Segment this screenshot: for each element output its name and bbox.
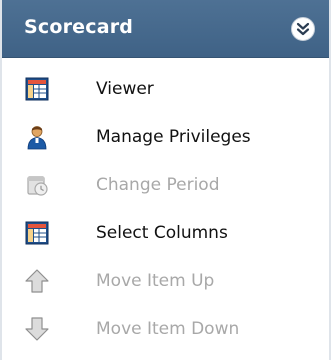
arrow-up-icon [25, 269, 49, 293]
panel-title: Scorecard [24, 16, 134, 38]
menu-item-label: Change Period [96, 175, 220, 195]
scorecard-panel: Scorecard Viewer Manage Privileges Chang… [0, 0, 331, 360]
menu-item-select-columns[interactable]: Select Columns [2, 210, 329, 258]
period-calendar-icon [27, 176, 48, 196]
person-icon [27, 126, 47, 150]
menu-item-move-item-up[interactable]: Move Item Up [2, 258, 329, 306]
menu-item-label: Select Columns [96, 223, 228, 243]
menu-item-label: Viewer [96, 79, 154, 99]
panel-header: Scorecard [2, 0, 329, 58]
menu-item-change-period[interactable]: Change Period [2, 162, 329, 210]
menu-item-manage-privileges[interactable]: Manage Privileges [2, 114, 329, 162]
grid-table-icon [25, 221, 49, 245]
collapse-button[interactable] [291, 17, 315, 41]
menu-item-viewer[interactable]: Viewer [2, 66, 329, 114]
menu-item-label: Manage Privileges [96, 127, 251, 147]
arrow-down-icon [25, 317, 49, 341]
menu-item-label: Move Item Up [96, 271, 215, 291]
action-list: Viewer Manage Privileges Change Period S… [2, 66, 329, 354]
menu-item-label: Move Item Down [96, 319, 240, 339]
menu-item-move-item-down[interactable]: Move Item Down [2, 306, 329, 354]
grid-table-icon [25, 77, 49, 101]
double-chevron-down-icon [296, 22, 310, 36]
